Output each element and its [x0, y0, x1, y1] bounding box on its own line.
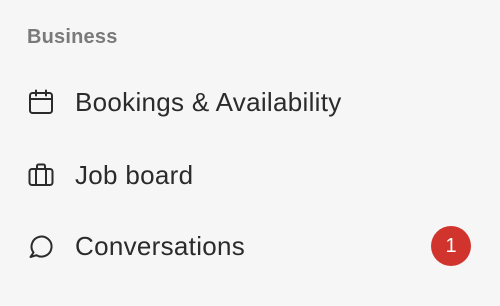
chat-bubble-icon: [27, 232, 55, 260]
nav-item-label: Bookings & Availability: [75, 86, 342, 117]
business-nav-section: Business Bookings & Availability Job boa…: [0, 0, 500, 306]
briefcase-icon: [27, 161, 55, 189]
nav-item-label: Conversations: [75, 230, 246, 261]
calendar-icon: [27, 88, 55, 116]
section-heading: Business: [27, 26, 118, 48]
unread-count-badge: 1: [431, 226, 471, 266]
nav-item-bookings-availability[interactable]: Bookings & Availability: [0, 72, 500, 132]
nav-item-label: Job board: [75, 159, 194, 190]
nav-item-conversations[interactable]: Conversations 1: [0, 216, 500, 276]
nav-item-job-board[interactable]: Job board: [0, 145, 500, 205]
